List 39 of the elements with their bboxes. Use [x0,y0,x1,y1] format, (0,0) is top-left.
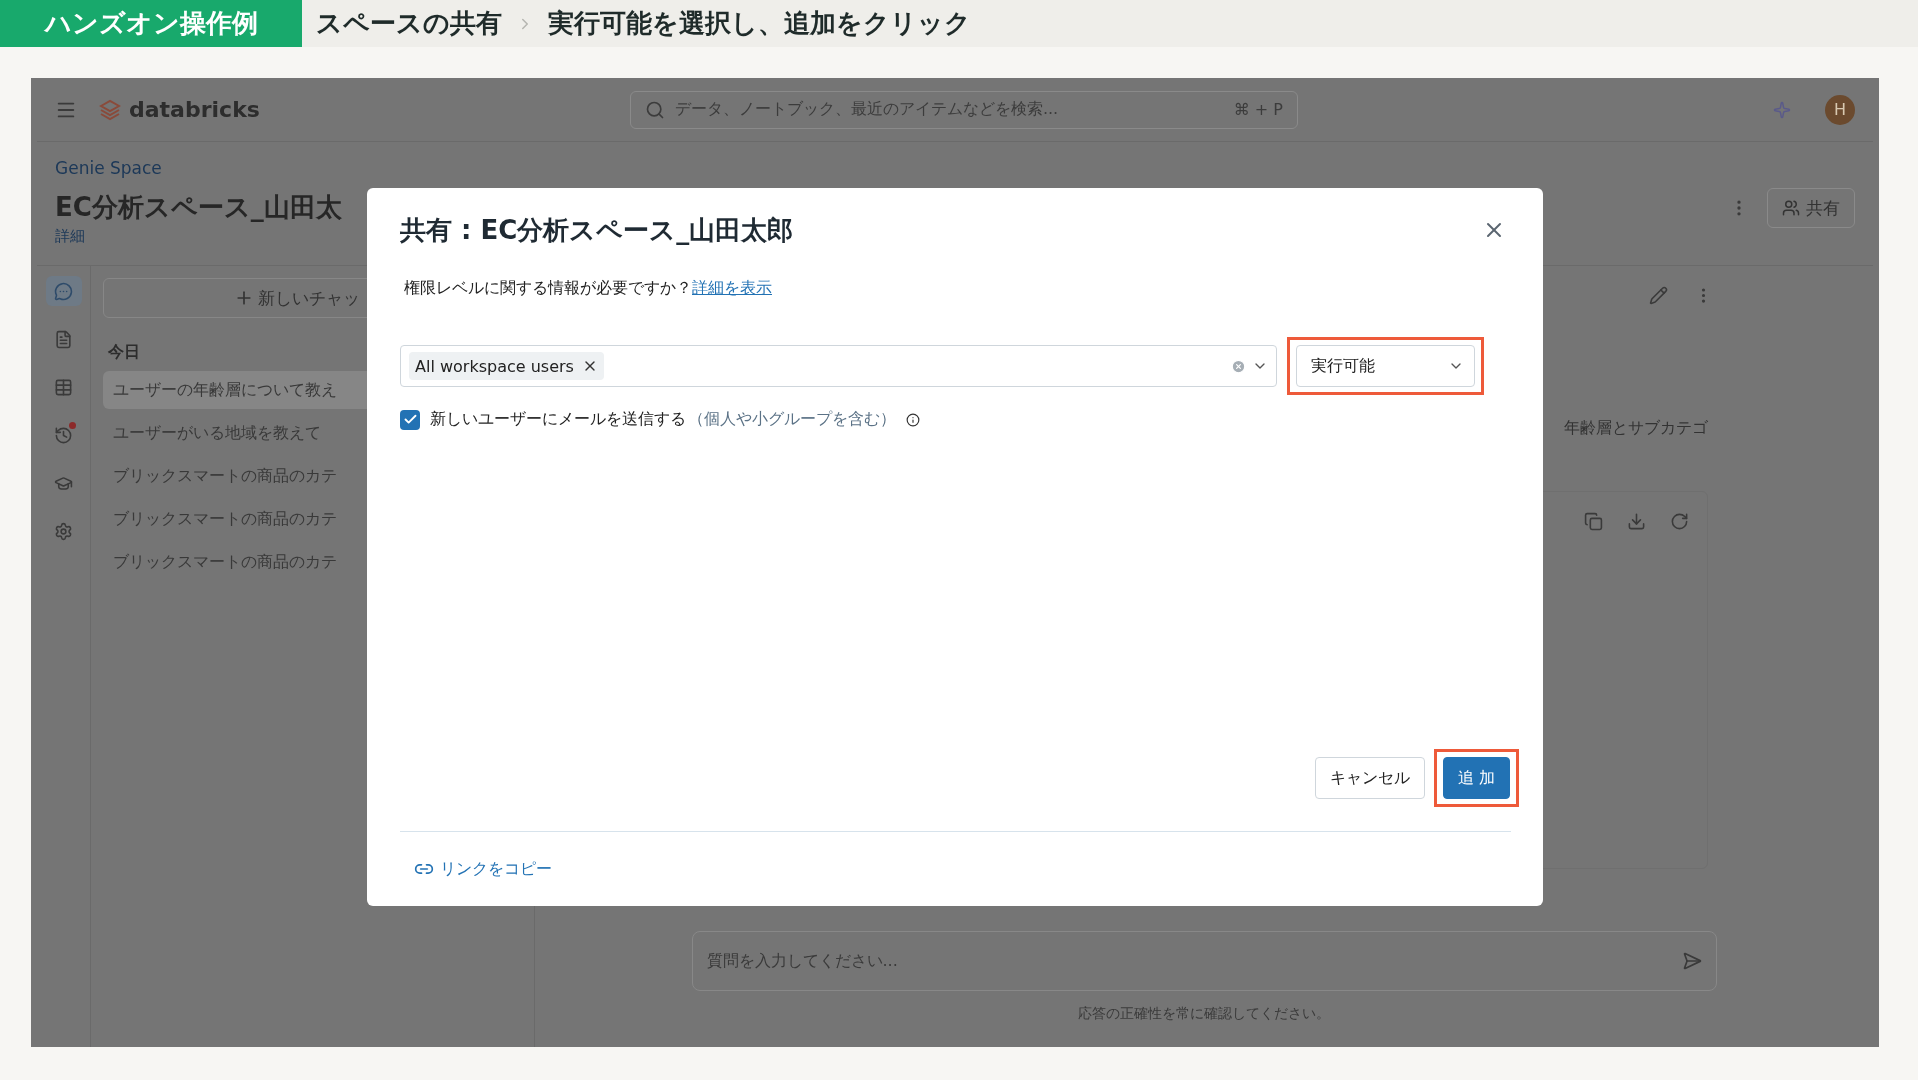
settings-icon [54,521,73,541]
share-button[interactable]: 共有 [1767,188,1855,228]
cancel-button[interactable]: キャンセル [1314,757,1425,799]
add-button[interactable]: 追 加 [1442,757,1510,799]
clear-icon[interactable] [1231,358,1246,374]
step-tag: ハンズオン操作例 [0,0,302,47]
details-link[interactable]: 詳細を表示 [692,278,772,297]
info-icon[interactable] [906,412,920,427]
breadcrumb-link[interactable]: Genie Space [55,158,1729,178]
refresh-icon[interactable] [1670,512,1689,531]
chat-icon [54,281,73,301]
user-avatar[interactable]: H [1825,94,1855,125]
page-title: EC分析スペース_山田太 [55,191,343,224]
brand-name: databricks [129,97,260,122]
copy-icon[interactable] [1584,512,1603,531]
principal-select[interactable]: All workspace users [400,345,1277,387]
question-field[interactable]: 質問を入力してください... [691,931,1717,991]
dialog-title: 共有 : EC分析スペース_山田太郎 [400,213,794,247]
data-icon [54,377,73,397]
checkbox-label: 新しいユーザーにメールを送信する [430,409,686,430]
notify-checkbox[interactable] [400,409,420,430]
permission-dropdown[interactable]: 実行可能 [1296,345,1475,387]
message-text: 年齢層とサブカテゴ [1564,418,1708,439]
edit-icon[interactable] [1649,286,1668,305]
chat-rail-button[interactable] [45,276,82,306]
search-icon [644,99,665,120]
instructions-icon [54,329,73,349]
group-label: 今日 [108,342,141,363]
copy-link[interactable]: リンクをコピー [400,832,552,906]
download-icon[interactable] [1627,512,1646,531]
hint-text: （個人や小グループを含む） [688,409,896,430]
check-icon [402,412,418,427]
step-title: 実行可能を選択し、追加をクリック [548,7,971,40]
step-title: スペースの共有 [316,7,502,40]
send-icon[interactable] [1681,951,1702,971]
logo-icon [99,98,121,121]
sparkle-icon[interactable] [1773,100,1791,119]
users-icon [1782,199,1800,217]
history-icon [54,425,73,445]
